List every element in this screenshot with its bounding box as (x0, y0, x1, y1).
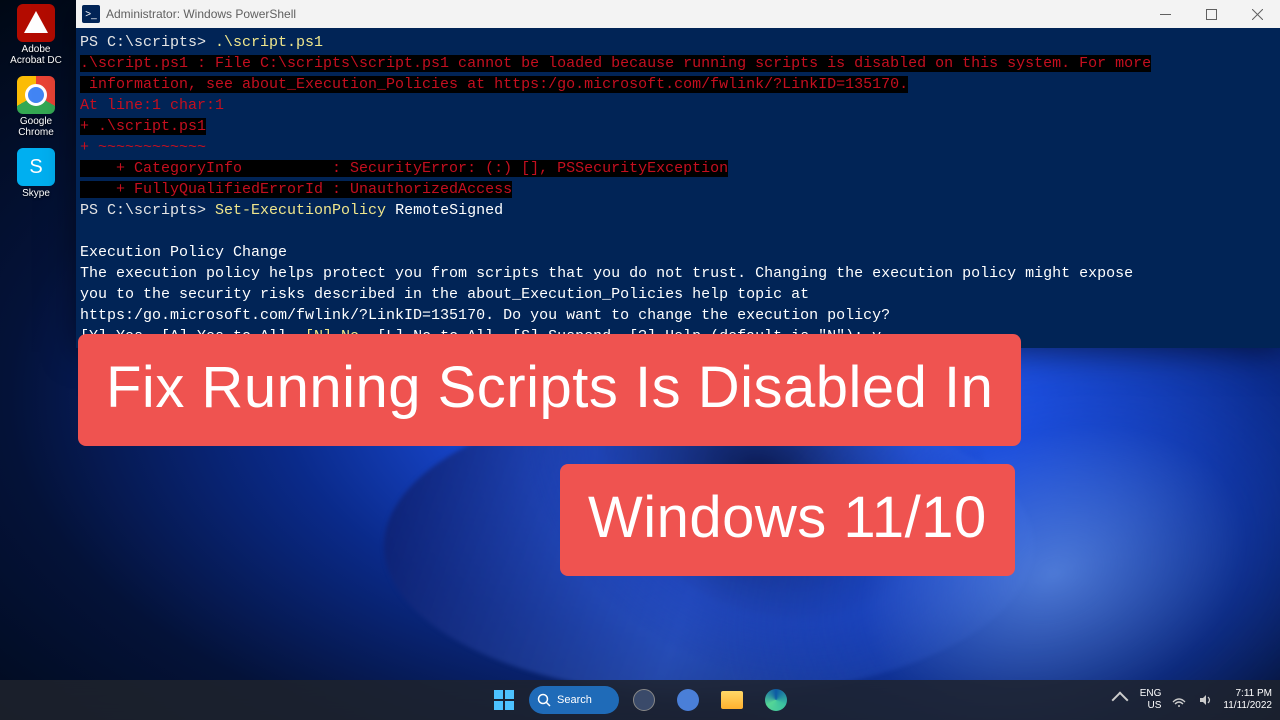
terminal-error-line: + .\script.ps1 (80, 118, 206, 135)
start-button[interactable] (485, 684, 523, 716)
close-icon (1252, 9, 1263, 20)
terminal-error-line: information, see about_Execution_Policie… (80, 76, 908, 93)
search-label: Search (557, 694, 592, 706)
taskbar-task-view[interactable] (625, 684, 663, 716)
language-indicator[interactable]: ENG US (1140, 688, 1162, 712)
clock[interactable]: 7:11 PM 11/11/2022 (1223, 688, 1272, 712)
taskbar: Search ENG US 7:11 PM 11/11/2022 (0, 680, 1280, 720)
desktop-icon-label: Google Chrome (4, 116, 68, 138)
taskbar-center: Search (485, 684, 795, 716)
file-explorer-icon (721, 691, 743, 709)
window-titlebar[interactable]: >_ Administrator: Windows PowerShell (76, 0, 1280, 28)
terminal-prompt: PS C:\scripts> (80, 34, 215, 51)
terminal-output: https:/go.microsoft.com/fwlink/?LinkID=1… (80, 307, 890, 324)
terminal-command: .\script.ps1 (215, 34, 323, 51)
taskbar-app-chat[interactable] (669, 684, 707, 716)
close-button[interactable] (1234, 0, 1280, 28)
terminal-output: Execution Policy Change (80, 244, 287, 261)
taskbar-app-explorer[interactable] (713, 684, 751, 716)
desktop-icons: Adobe Acrobat DC Google Chrome S Skype (4, 4, 68, 199)
minimize-button[interactable] (1142, 0, 1188, 28)
terminal-body[interactable]: PS C:\scripts> .\script.ps1 .\script.ps1… (76, 28, 1280, 372)
search-icon (537, 693, 551, 707)
powershell-icon: >_ (82, 5, 100, 23)
chat-icon (677, 689, 699, 711)
minimize-icon (1160, 9, 1171, 20)
thumbnail-title-line1: Fix Running Scripts Is Disabled In (78, 334, 1021, 446)
terminal-command: Set-ExecutionPolicy (215, 202, 386, 219)
wifi-icon[interactable] (1171, 692, 1187, 708)
powershell-window: >_ Administrator: Windows PowerShell PS … (76, 0, 1280, 348)
thumbnail-title-line2: Windows 11/10 (560, 464, 1015, 576)
desktop-icon-google-chrome[interactable]: Google Chrome (4, 76, 68, 138)
google-chrome-icon (17, 76, 55, 114)
terminal-output: The execution policy helps protect you f… (80, 265, 1133, 282)
tray-overflow-button[interactable] (1111, 692, 1128, 709)
desktop-icon-adobe-acrobat[interactable]: Adobe Acrobat DC (4, 4, 68, 66)
terminal-error-line: + ~~~~~~~~~~~~ (80, 139, 206, 156)
window-title: Administrator: Windows PowerShell (106, 7, 296, 21)
terminal-arg: RemoteSigned (386, 202, 503, 219)
taskbar-app-edge[interactable] (757, 684, 795, 716)
desktop-icon-label: Adobe Acrobat DC (4, 44, 68, 66)
adobe-acrobat-icon (17, 4, 55, 42)
terminal-error-line: .\script.ps1 : File C:\scripts\script.ps… (80, 55, 1151, 72)
terminal-error-line: + CategoryInfo : SecurityError: (:) [], … (80, 160, 728, 177)
terminal-error-line: + FullyQualifiedErrorId : UnauthorizedAc… (80, 181, 512, 198)
skype-icon: S (17, 148, 55, 186)
desktop-icon-skype[interactable]: S Skype (4, 148, 68, 199)
taskbar-search[interactable]: Search (529, 686, 619, 714)
maximize-button[interactable] (1188, 0, 1234, 28)
terminal-prompt: PS C:\scripts> (80, 202, 215, 219)
terminal-output: you to the security risks described in t… (80, 286, 809, 303)
volume-icon[interactable] (1197, 692, 1213, 708)
maximize-icon (1206, 9, 1217, 20)
task-view-icon (633, 689, 655, 711)
taskbar-right: ENG US 7:11 PM 11/11/2022 (1114, 688, 1272, 712)
windows-logo-icon (494, 690, 514, 710)
edge-icon (765, 689, 787, 711)
terminal-error-line: At line:1 char:1 (80, 97, 224, 114)
desktop-icon-label: Skype (22, 188, 50, 199)
